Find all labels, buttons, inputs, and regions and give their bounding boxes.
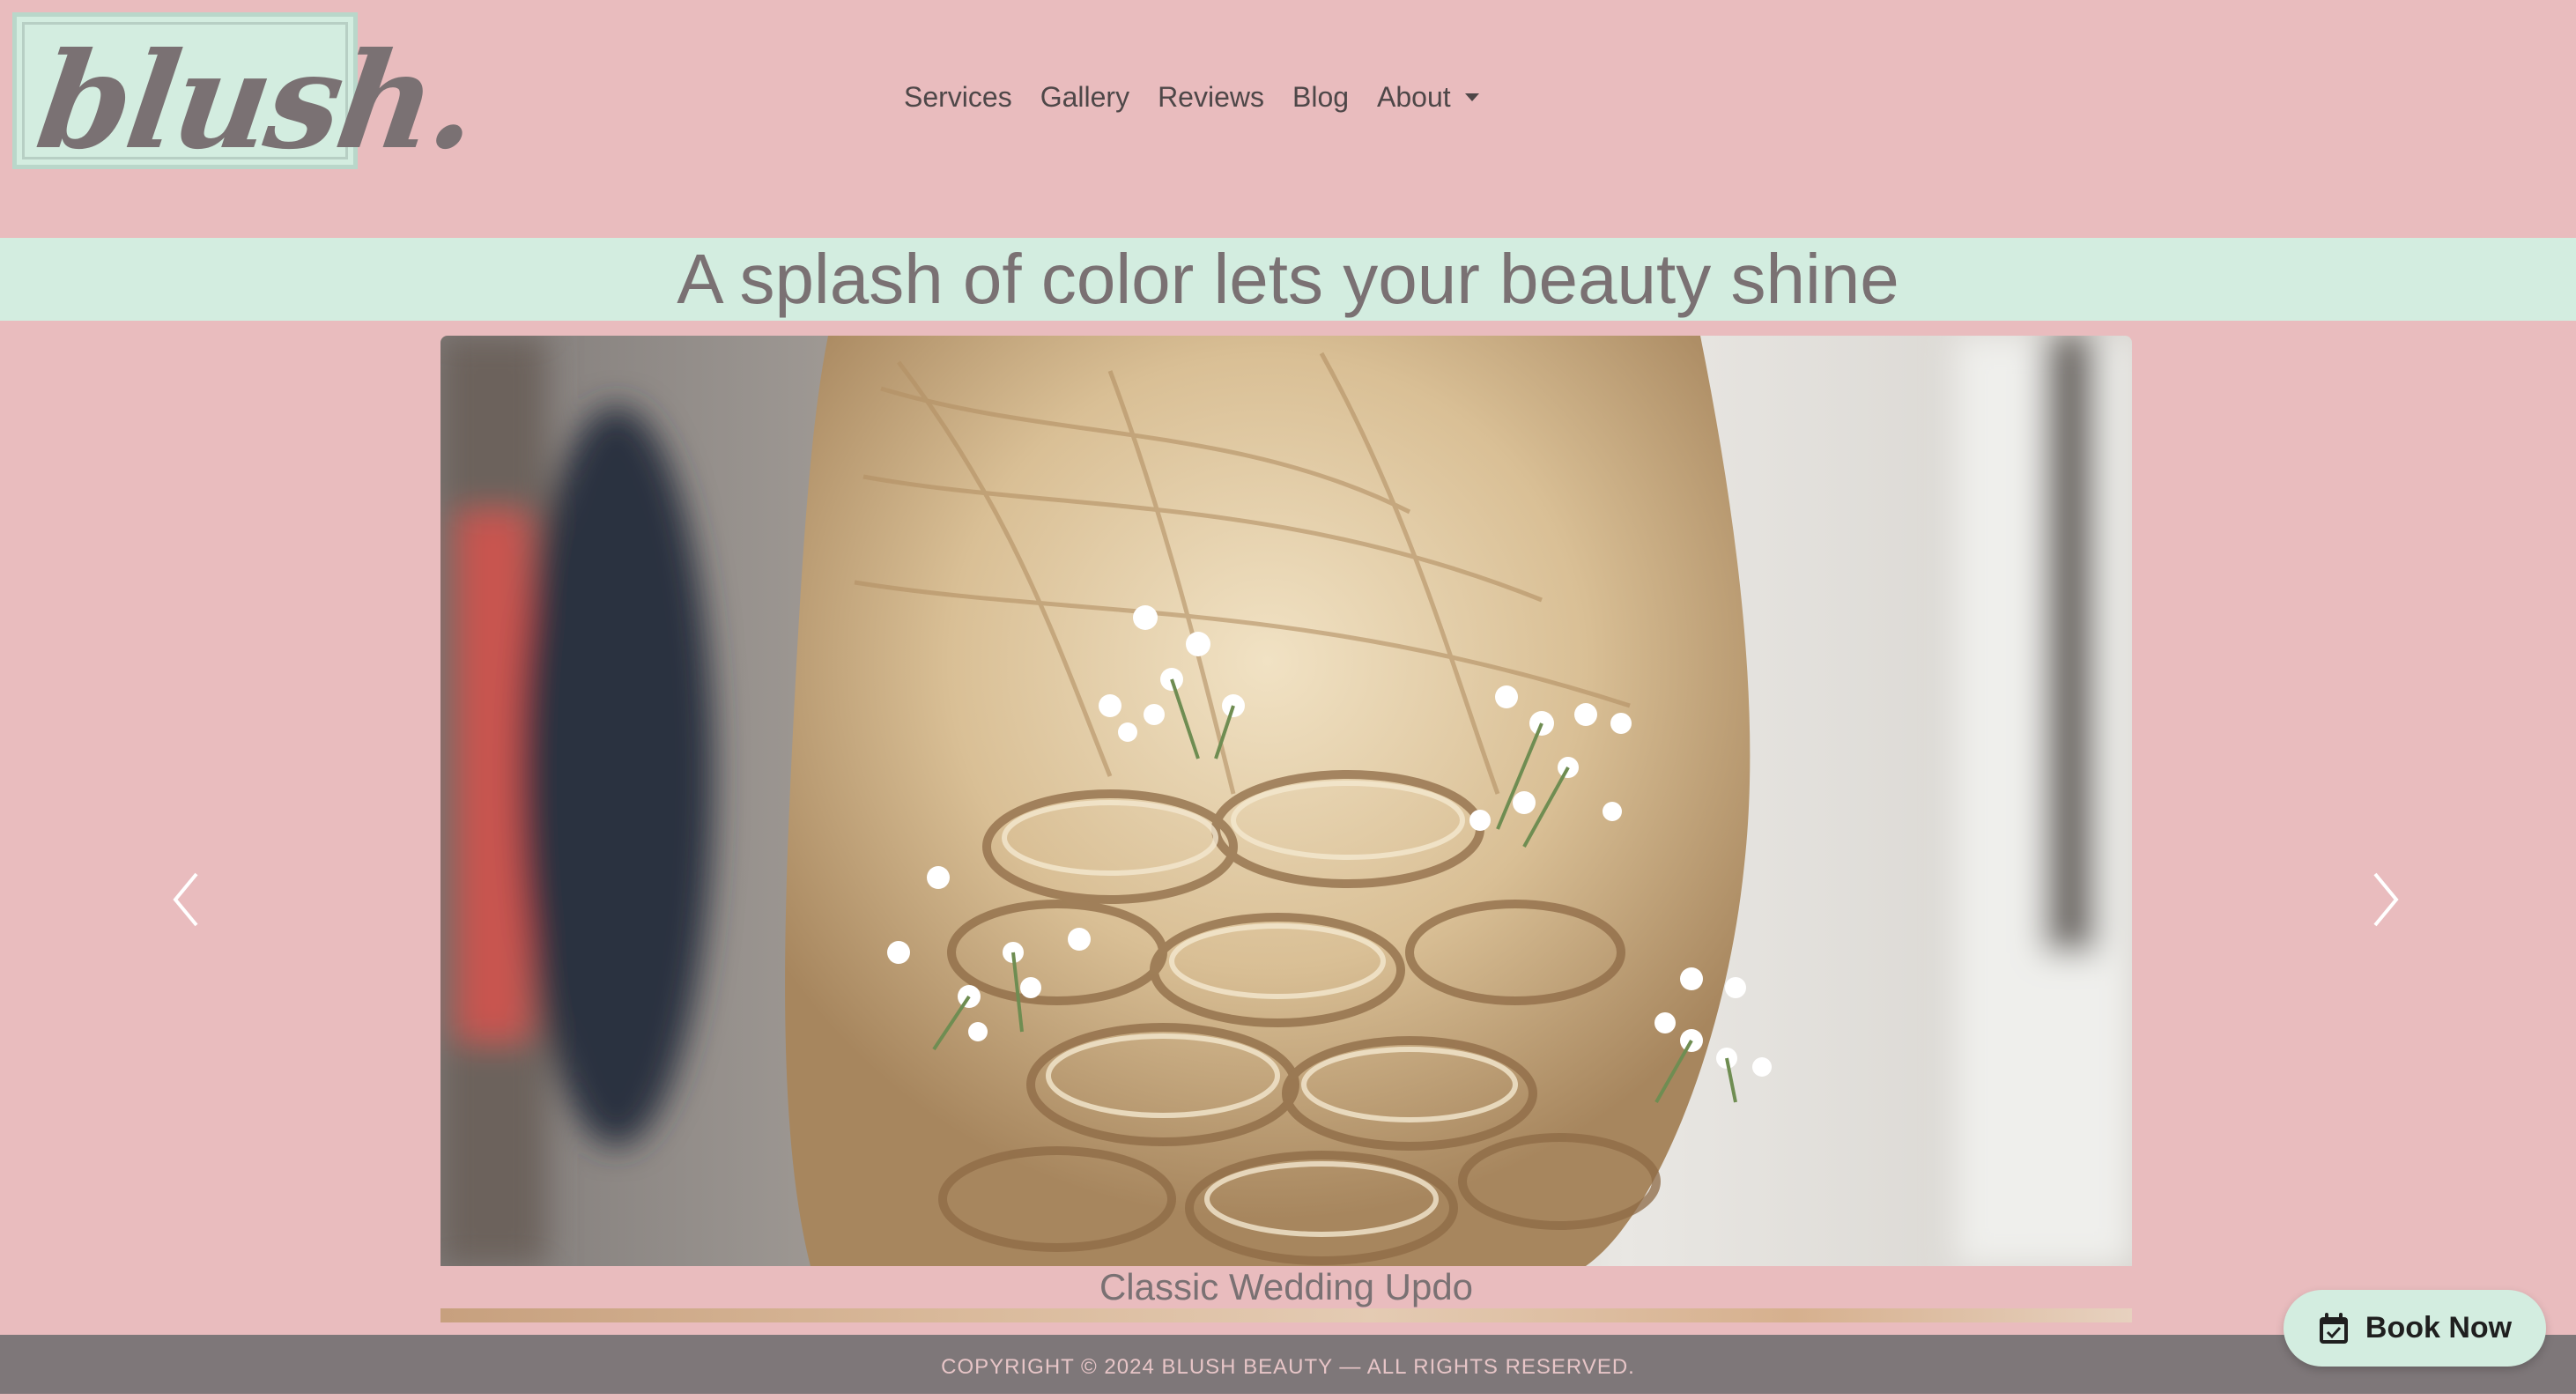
hero-title: A splash of color lets your beauty shine	[677, 240, 1899, 318]
caret-down-icon	[1464, 93, 1479, 101]
carousel-slide-image	[440, 336, 2132, 1266]
carousel-next-button[interactable]	[2368, 869, 2403, 930]
next-slide-preview	[440, 1308, 2132, 1322]
carousel-caption: Classic Wedding Updo	[1099, 1266, 1474, 1307]
carousel-prev-button[interactable]	[168, 869, 204, 930]
chevron-left-icon	[173, 872, 198, 927]
nav-item-label: Services	[904, 81, 1012, 113]
main-nav: Services Gallery Reviews Blog About	[890, 81, 1493, 114]
logo[interactable]: blush.	[12, 12, 485, 179]
copyright-text: COPYRIGHT © 2024 BLUSH BEAUTY — ALL RIGH…	[941, 1355, 1635, 1379]
book-now-button[interactable]: Book Now	[2284, 1290, 2546, 1367]
nav-item-gallery[interactable]: Gallery	[1026, 81, 1144, 114]
book-now-label: Book Now	[2365, 1311, 2513, 1344]
hero-banner: A splash of color lets your beauty shine	[0, 238, 2576, 321]
footer: COPYRIGHT © 2024 BLUSH BEAUTY — ALL RIGH…	[0, 1335, 2576, 1394]
nav-item-label: Reviews	[1158, 81, 1264, 113]
nav-item-label: Gallery	[1040, 81, 1130, 113]
chevron-right-icon	[2373, 872, 2399, 927]
nav-item-about-dropdown[interactable]: About	[1363, 81, 1493, 114]
calendar-check-icon	[2319, 1312, 2348, 1344]
nav-item-services[interactable]: Services	[890, 81, 1026, 114]
nav-item-label: About	[1377, 81, 1451, 113]
nav-item-blog[interactable]: Blog	[1278, 81, 1363, 114]
nav-item-label: Blog	[1292, 81, 1350, 113]
logo-text: blush.	[28, 24, 485, 179]
nav-item-reviews[interactable]: Reviews	[1144, 81, 1278, 114]
